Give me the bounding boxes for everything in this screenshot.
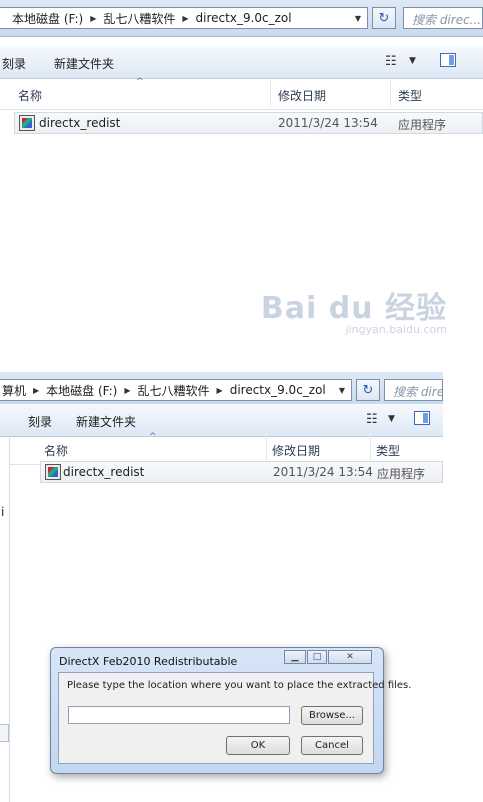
breadcrumb-item[interactable]: directx_9.0c_zol [191,11,297,25]
command-bar: 刻录 新建文件夹 ☷ ▼ [0,404,443,437]
breadcrumb-item[interactable]: 本地磁盘 (F:) [41,382,122,399]
explorer-window-2: 算机 ▶ 本地磁盘 (F:) ▶ 乱七八糟软件 ▶ directx_9.0c_z… [0,372,443,802]
triangle-right-icon[interactable]: ▶ [31,386,41,395]
chevron-down-icon[interactable]: ▼ [333,380,351,400]
triangle-right-icon[interactable]: ▶ [122,386,132,395]
search-input[interactable]: 搜索 direc [384,379,443,401]
refresh-button[interactable]: ↻ [372,7,396,29]
ok-button[interactable]: OK [226,736,290,755]
breadcrumb-item[interactable]: directx_9.0c_zol [225,383,331,397]
column-divider[interactable] [370,436,371,462]
refresh-button[interactable]: ↻ [356,379,380,401]
command-bar: 刻录 新建文件夹 ☷ ▼ [0,46,483,79]
browse-button[interactable]: Browse... [301,706,363,725]
extract-dialog: DirectX Feb2010 Redistributable ▁ □ ✕ Pl… [50,647,411,774]
chevron-down-icon[interactable]: ▼ [388,414,395,424]
chevron-down-icon[interactable]: ▼ [349,8,367,28]
column-date[interactable]: 修改日期 [278,87,326,104]
new-folder-button[interactable]: 新建文件夹 [76,413,136,430]
file-name: directx_redist [39,116,121,130]
dialog-body: Please type the location where you want … [58,672,411,764]
refresh-icon: ↻ [378,10,390,26]
breadcrumb-item[interactable]: 本地磁盘 (F:) [0,10,88,27]
minimize-icon: ▁ [291,652,299,662]
column-divider[interactable] [390,81,391,107]
column-header: 名称 ^ 修改日期 类型 [0,77,483,110]
column-date[interactable]: 修改日期 [272,442,320,459]
explorer-window-1: 本地磁盘 (F:) ▶ 乱七八糟软件 ▶ directx_9.0c_zol ▼ … [0,0,483,355]
breadcrumb-item[interactable]: 算机 [0,382,31,399]
search-input[interactable]: 搜索 direc... [403,7,483,29]
address-bar[interactable]: 算机 ▶ 本地磁盘 (F:) ▶ 乱七八糟软件 ▶ directx_9.0c_z… [0,379,352,401]
column-divider[interactable] [266,436,267,462]
file-row[interactable]: directx_redist 2011/3/24 13:54 应用程序 [14,112,483,134]
file-row[interactable]: directx_redist 2011/3/24 13:54 应用程序 [40,461,443,483]
maximize-icon: □ [312,652,322,662]
extract-path-input[interactable] [68,706,290,724]
application-icon [19,115,35,131]
column-type[interactable]: 类型 [398,87,422,104]
file-type: 应用程序 [377,467,426,481]
cancel-button[interactable]: Cancel [301,736,363,755]
refresh-icon: ↻ [362,382,374,398]
views-icon[interactable]: ☷ [366,412,378,427]
address-bar-area: 本地磁盘 (F:) ▶ 乱七八糟软件 ▶ directx_9.0c_zol ▼ … [0,0,483,37]
close-button[interactable]: ✕ [328,650,372,664]
dialog-title: DirectX Feb2010 Redistributable [59,655,238,668]
nav-item-fragment[interactable]: i [1,505,4,519]
triangle-right-icon[interactable]: ▶ [88,14,98,23]
views-icon[interactable]: ☷ [385,54,397,69]
file-date: 2011/3/24 13:54 [273,465,373,479]
dialog-prompt: Please type the location where you want … [67,680,412,691]
maximize-button[interactable]: □ [307,650,327,664]
chevron-down-icon[interactable]: ▼ [409,56,416,66]
file-name: directx_redist [63,465,145,479]
preview-pane-icon[interactable] [440,53,456,67]
file-type: 应用程序 [398,118,447,132]
minimize-button[interactable]: ▁ [284,650,306,664]
burn-button[interactable]: 刻录 [2,55,26,72]
address-bar[interactable]: 本地磁盘 (F:) ▶ 乱七八糟软件 ▶ directx_9.0c_zol ▼ [0,7,368,29]
breadcrumb-item[interactable]: 乱七八糟软件 [133,382,215,399]
watermark-logo: Bai du 经验 [260,291,447,326]
triangle-right-icon[interactable]: ▶ [215,386,225,395]
sort-caret-icon: ^ [136,77,144,87]
nav-scroll-tab[interactable] [0,724,9,742]
column-name[interactable]: 名称 [18,87,42,104]
column-divider[interactable] [270,81,271,107]
application-icon [45,464,61,480]
breadcrumb-item[interactable]: 乱七八糟软件 [98,10,180,27]
close-icon: ✕ [346,652,354,662]
navigation-pane[interactable]: i [0,437,10,802]
column-name[interactable]: 名称 [44,442,68,459]
file-date: 2011/3/24 13:54 [278,116,378,130]
new-folder-button[interactable]: 新建文件夹 [54,55,114,72]
preview-pane-icon[interactable] [414,411,430,425]
triangle-right-icon[interactable]: ▶ [180,14,190,23]
column-type[interactable]: 类型 [376,442,400,459]
burn-button[interactable]: 刻录 [28,413,52,430]
watermark: Bai du 经验 jingyan.baidu.com [261,283,447,336]
sort-caret-icon: ^ [149,432,157,442]
